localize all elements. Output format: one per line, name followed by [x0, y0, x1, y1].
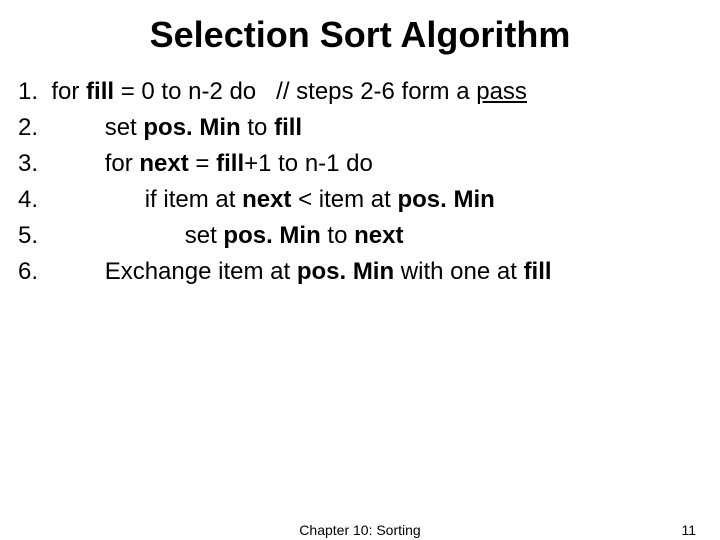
step-5: 5. set pos. Min to next — [18, 218, 720, 254]
step-1: 1. for fill = 0 to n-2 do // steps 2-6 f… — [18, 74, 720, 110]
slide-title: Selection Sort Algorithm — [0, 0, 720, 74]
step-6: 6. Exchange item at pos. Min with one at… — [18, 254, 720, 290]
step-4: 4. if item at next < item at pos. Min — [18, 182, 720, 218]
step-2: 2. set pos. Min to fill — [18, 110, 720, 146]
algorithm-body: 1. for fill = 0 to n-2 do // steps 2-6 f… — [0, 74, 720, 290]
page-number: 11 — [681, 522, 696, 538]
footer-chapter: Chapter 10: Sorting — [299, 522, 420, 538]
step-3: 3. for next = fill+1 to n-1 do — [18, 146, 720, 182]
